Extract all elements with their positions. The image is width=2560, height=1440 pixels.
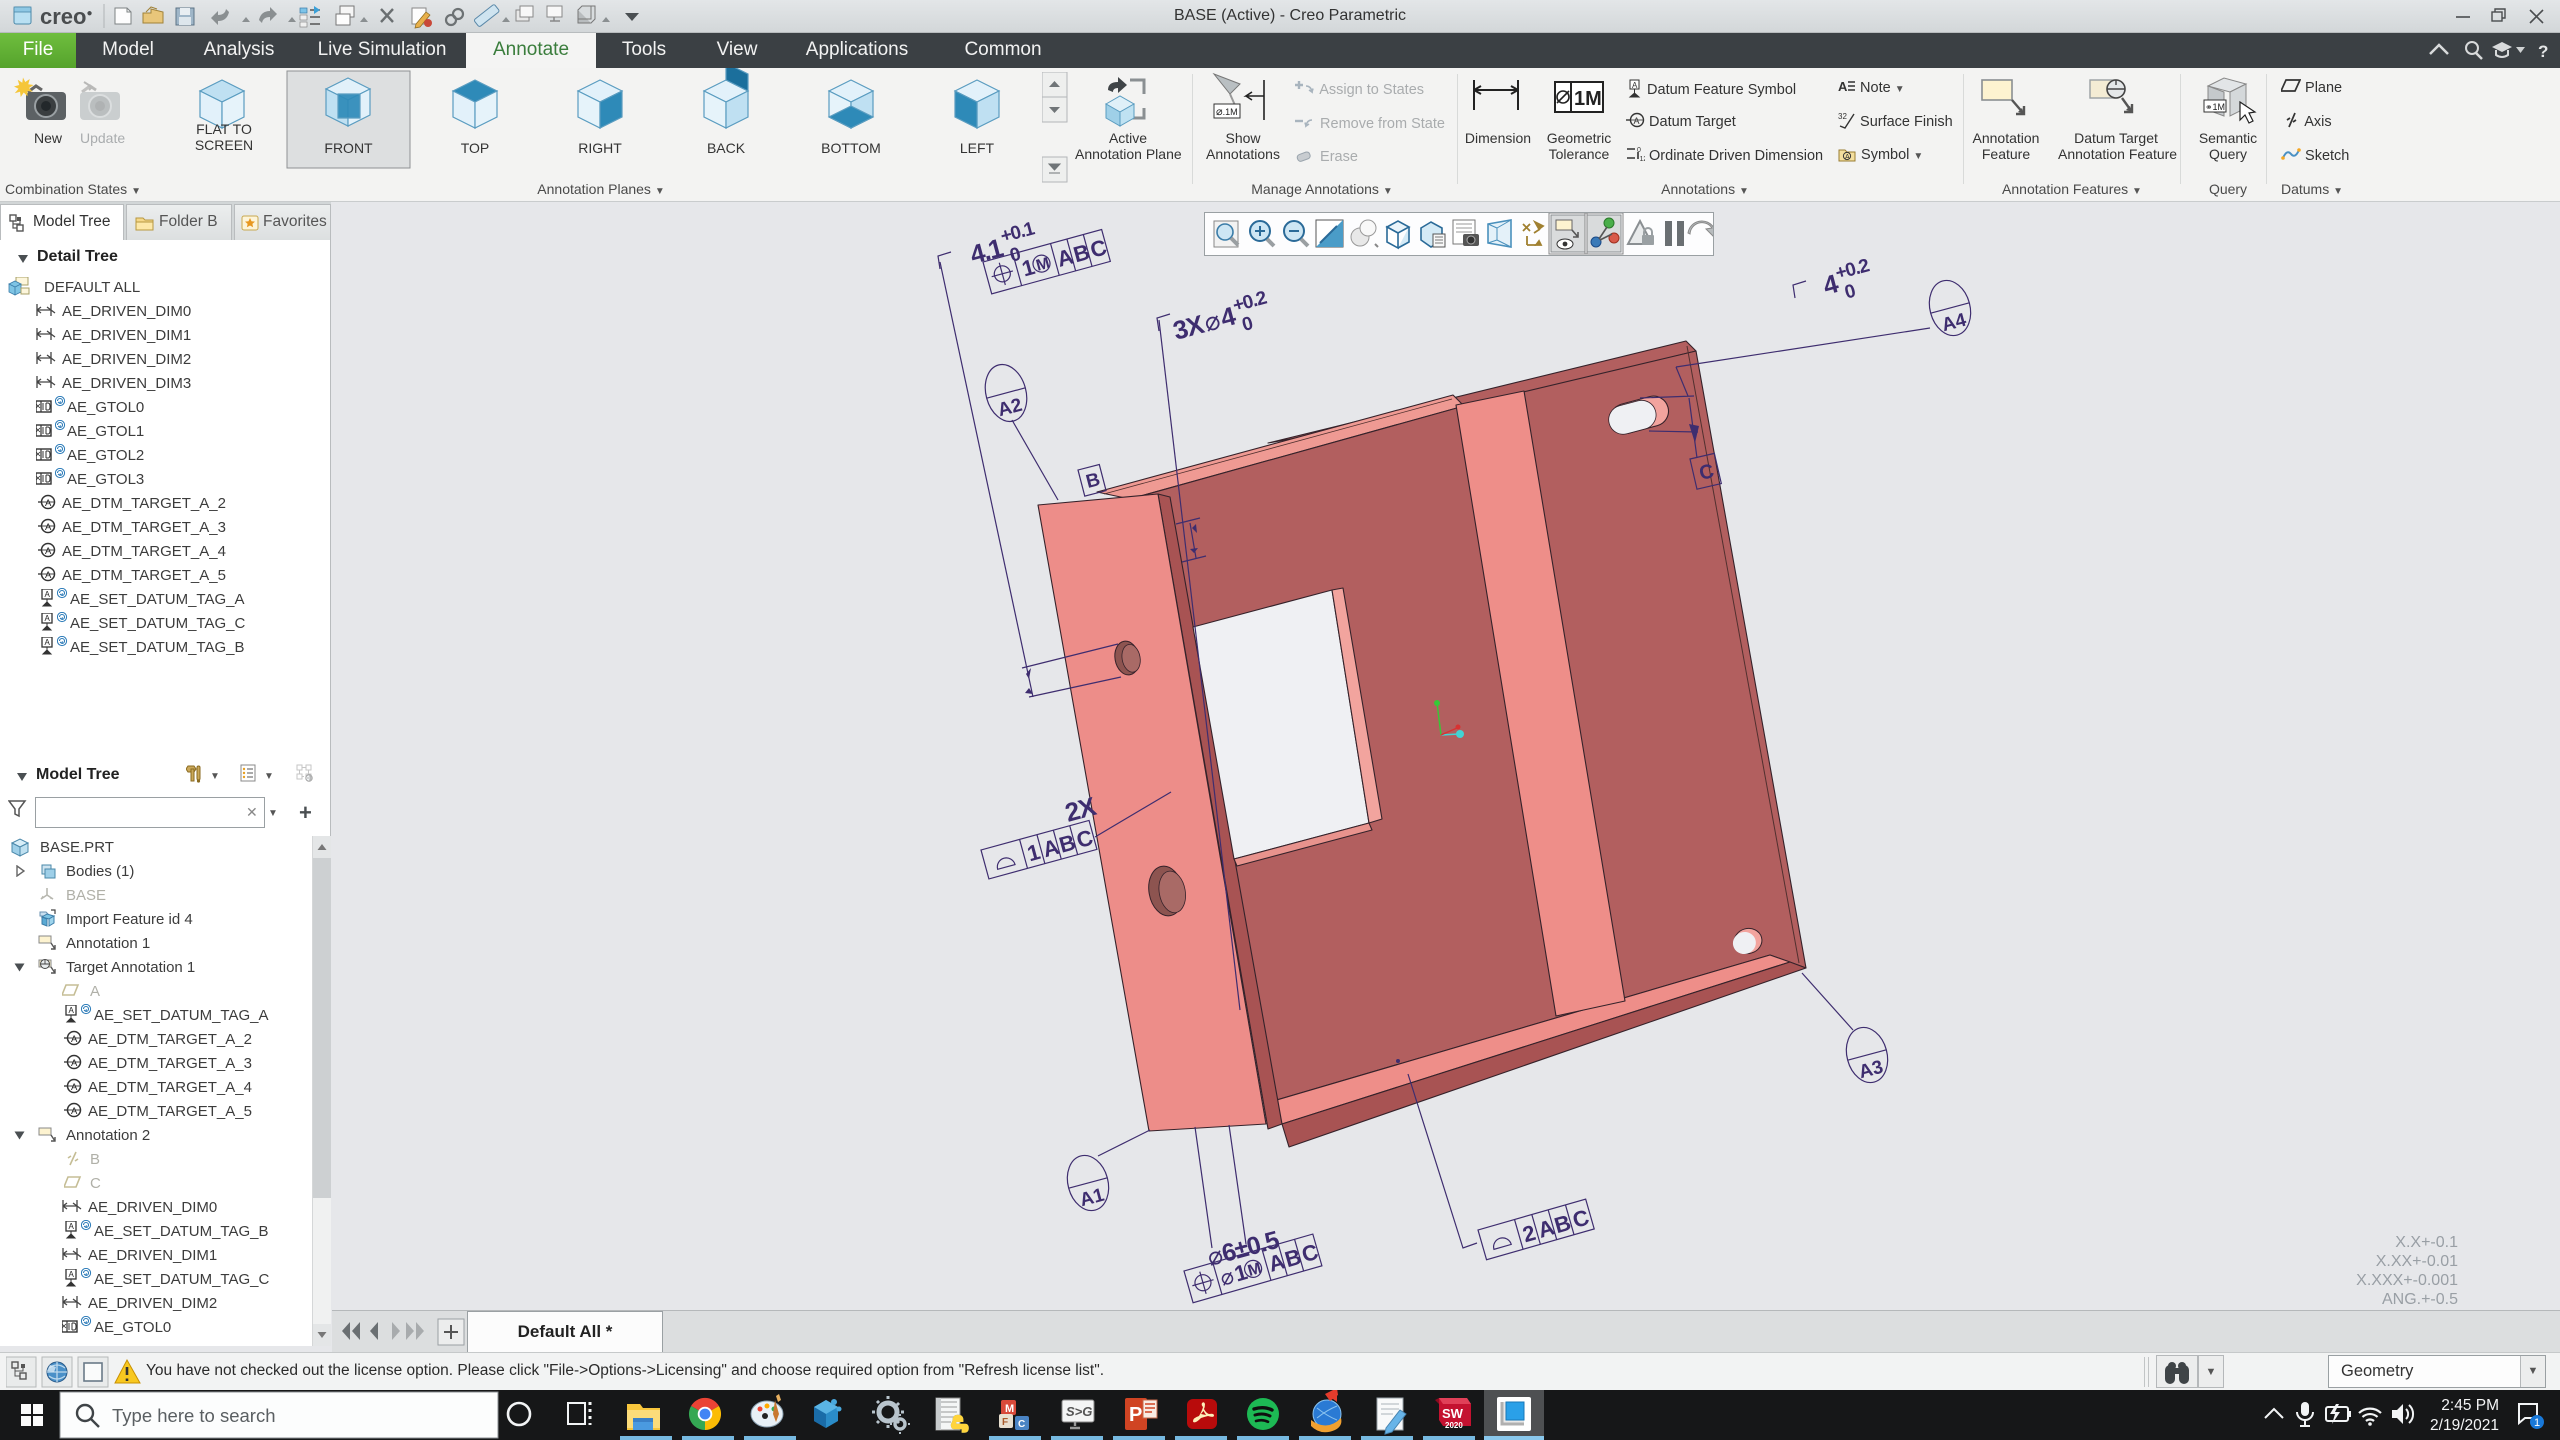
svg-text:⌀.1M: ⌀.1M (1216, 106, 1238, 118)
svg-text:2:45 PM: 2:45 PM (2441, 1397, 2499, 1414)
svg-text:A1: A1 (1078, 1185, 1107, 1212)
svg-text:X.XXX+-0.001: X.XXX+-0.001 (2356, 1272, 2458, 1289)
svg-text:+0.1: +0.1 (998, 218, 1037, 247)
svg-text:C: C (1018, 1419, 1025, 1430)
svg-text:1: 1 (2534, 1417, 2540, 1429)
svg-text:A: A (1845, 154, 1850, 161)
svg-text:X.X+-0.1: X.X+-0.1 (2395, 1234, 2458, 1251)
svg-text:C: C (1074, 825, 1096, 853)
svg-text:P: P (1129, 1404, 1142, 1426)
svg-text:creo●: creo● (40, 4, 93, 29)
svg-text:Type here to search: Type here to search (112, 1405, 276, 1426)
svg-text:F: F (1002, 1417, 1008, 1428)
svg-text:⚭1M: ⚭1M (2205, 102, 2225, 112)
svg-text:B: B (1084, 469, 1103, 493)
svg-text:A4: A4 (1940, 310, 1969, 337)
svg-text:32: 32 (1838, 112, 1847, 121)
svg-text:2/19/2021: 2/19/2021 (2430, 1417, 2499, 1434)
svg-text:2020: 2020 (1445, 1421, 1463, 1430)
svg-text:A: A (1634, 116, 1640, 126)
svg-text:0: 0 (1240, 313, 1256, 336)
svg-text:12: 12 (1640, 156, 1646, 162)
svg-text:ANG.+-0.5: ANG.+-0.5 (2382, 1291, 2458, 1308)
svg-text:A3: A3 (1857, 1057, 1886, 1084)
svg-text:?: ? (2538, 42, 2548, 61)
svg-text:1M: 1M (1574, 88, 1602, 110)
svg-text:X.XX+-0.01: X.XX+-0.01 (2376, 1253, 2458, 1270)
svg-text:0: 0 (1637, 147, 1641, 154)
svg-text:SW: SW (1442, 1406, 1464, 1421)
svg-text:A: A (1838, 79, 1848, 94)
svg-text:M: M (1246, 1260, 1263, 1280)
svg-text:S>G: S>G (1066, 1404, 1092, 1419)
svg-text:M: M (1034, 255, 1051, 275)
svg-text:M: M (1005, 1403, 1014, 1415)
svg-text:0: 0 (1843, 281, 1859, 304)
svg-text:1: 1 (1024, 839, 1042, 866)
svg-text:A: A (1632, 81, 1638, 90)
